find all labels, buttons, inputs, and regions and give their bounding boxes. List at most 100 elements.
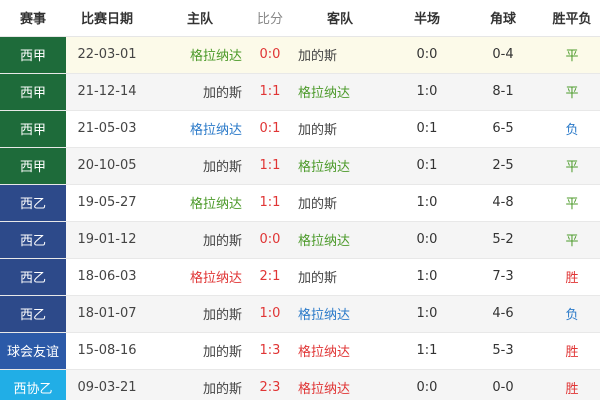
away-team[interactable]: 加的斯 [288, 258, 392, 296]
corner-count: 5-3 [462, 332, 544, 370]
match-result: 胜 [544, 332, 600, 370]
away-team[interactable]: 格拉纳达 [288, 221, 392, 259]
league-badge: 西乙 [0, 221, 66, 259]
corner-count: 7-3 [462, 258, 544, 296]
home-team[interactable]: 加的斯 [148, 369, 252, 400]
match-date: 20-10-05 [66, 147, 148, 185]
match-score: 1:0 [252, 295, 288, 333]
home-team[interactable]: 格拉纳达 [148, 184, 252, 222]
match-date: 18-01-07 [66, 295, 148, 333]
home-team[interactable]: 加的斯 [148, 147, 252, 185]
away-team[interactable]: 加的斯 [288, 36, 392, 74]
corner-count: 6-5 [462, 110, 544, 148]
match-result: 平 [544, 184, 600, 222]
table-row[interactable]: 球会友谊 15-08-16 加的斯 1:3 格拉纳达 1:1 5-3 胜 [0, 332, 600, 370]
half-score: 0:0 [392, 369, 462, 400]
match-result: 平 [544, 36, 600, 74]
home-team[interactable]: 加的斯 [148, 332, 252, 370]
match-score: 1:1 [252, 184, 288, 222]
away-team[interactable]: 格拉纳达 [288, 73, 392, 111]
half-score: 0:0 [392, 221, 462, 259]
match-date: 09-03-21 [66, 369, 148, 400]
league-badge: 西乙 [0, 258, 66, 296]
home-team[interactable]: 格拉纳达 [148, 258, 252, 296]
home-team[interactable]: 加的斯 [148, 295, 252, 333]
league-badge: 西协乙 [0, 369, 66, 400]
league-badge: 西乙 [0, 295, 66, 333]
header-half: 半场 [392, 0, 462, 37]
league-badge: 西甲 [0, 110, 66, 148]
table-row[interactable]: 西甲 22-03-01 格拉纳达 0:0 加的斯 0:0 0-4 平 [0, 36, 600, 74]
home-team[interactable]: 格拉纳达 [148, 36, 252, 74]
match-date: 15-08-16 [66, 332, 148, 370]
header-away: 客队 [288, 0, 392, 37]
match-date: 19-01-12 [66, 221, 148, 259]
header-corner: 角球 [462, 0, 544, 37]
home-team[interactable]: 加的斯 [148, 221, 252, 259]
home-team[interactable]: 格拉纳达 [148, 110, 252, 148]
league-badge: 西甲 [0, 147, 66, 185]
half-score: 1:0 [392, 295, 462, 333]
corner-count: 0-0 [462, 369, 544, 400]
match-score: 0:1 [252, 110, 288, 148]
table-row[interactable]: 西乙 19-05-27 格拉纳达 1:1 加的斯 1:0 4-8 平 [0, 184, 600, 222]
match-date: 21-12-14 [66, 73, 148, 111]
away-team[interactable]: 格拉纳达 [288, 147, 392, 185]
header-home: 主队 [148, 0, 252, 37]
table-row[interactable]: 西乙 18-01-07 加的斯 1:0 格拉纳达 1:0 4-6 负 [0, 295, 600, 333]
half-score: 0:1 [392, 110, 462, 148]
match-score: 1:1 [252, 147, 288, 185]
table-row[interactable]: 西乙 19-01-12 加的斯 0:0 格拉纳达 0:0 5-2 平 [0, 221, 600, 259]
table-row[interactable]: 西协乙 09-03-21 加的斯 2:3 格拉纳达 0:0 0-0 胜 [0, 369, 600, 400]
corner-count: 4-8 [462, 184, 544, 222]
header-league: 赛事 [0, 0, 66, 37]
table-row[interactable]: 西甲 20-10-05 加的斯 1:1 格拉纳达 0:1 2-5 平 [0, 147, 600, 185]
corner-count: 0-4 [462, 36, 544, 74]
match-score: 0:0 [252, 221, 288, 259]
match-score: 2:3 [252, 369, 288, 400]
corner-count: 8-1 [462, 73, 544, 111]
away-team[interactable]: 格拉纳达 [288, 369, 392, 400]
match-result: 胜 [544, 369, 600, 400]
header-score: 比分 [252, 0, 288, 37]
half-score: 1:0 [392, 258, 462, 296]
league-badge: 西甲 [0, 36, 66, 74]
header-result: 胜平负 [544, 0, 600, 37]
half-score: 0:1 [392, 147, 462, 185]
match-result: 平 [544, 147, 600, 185]
match-result: 负 [544, 295, 600, 333]
match-date: 19-05-27 [66, 184, 148, 222]
half-score: 1:0 [392, 184, 462, 222]
table-header-row: 赛事 比赛日期 主队 比分 客队 半场 角球 胜平负 [0, 0, 600, 37]
match-score: 1:3 [252, 332, 288, 370]
corner-count: 2-5 [462, 147, 544, 185]
header-date: 比赛日期 [66, 0, 148, 37]
half-score: 1:0 [392, 73, 462, 111]
away-team[interactable]: 加的斯 [288, 110, 392, 148]
away-team[interactable]: 格拉纳达 [288, 295, 392, 333]
match-score: 0:0 [252, 36, 288, 74]
match-date: 18-06-03 [66, 258, 148, 296]
corner-count: 4-6 [462, 295, 544, 333]
corner-count: 5-2 [462, 221, 544, 259]
match-score: 2:1 [252, 258, 288, 296]
match-date: 21-05-03 [66, 110, 148, 148]
match-result: 平 [544, 221, 600, 259]
half-score: 1:1 [392, 332, 462, 370]
match-date: 22-03-01 [66, 36, 148, 74]
away-team[interactable]: 加的斯 [288, 184, 392, 222]
table-row[interactable]: 西甲 21-12-14 加的斯 1:1 格拉纳达 1:0 8-1 平 [0, 73, 600, 111]
match-score: 1:1 [252, 73, 288, 111]
league-badge: 西甲 [0, 73, 66, 111]
league-badge: 球会友谊 [0, 332, 66, 370]
league-badge: 西乙 [0, 184, 66, 222]
home-team[interactable]: 加的斯 [148, 73, 252, 111]
half-score: 0:0 [392, 36, 462, 74]
match-history-table: 赛事 比赛日期 主队 比分 客队 半场 角球 胜平负 西甲 22-03-01 格拉纳… [0, 0, 600, 400]
table-row[interactable]: 西甲 21-05-03 格拉纳达 0:1 加的斯 0:1 6-5 负 [0, 110, 600, 148]
match-result: 平 [544, 73, 600, 111]
table-row[interactable]: 西乙 18-06-03 格拉纳达 2:1 加的斯 1:0 7-3 胜 [0, 258, 600, 296]
match-result: 胜 [544, 258, 600, 296]
away-team[interactable]: 格拉纳达 [288, 332, 392, 370]
match-result: 负 [544, 110, 600, 148]
